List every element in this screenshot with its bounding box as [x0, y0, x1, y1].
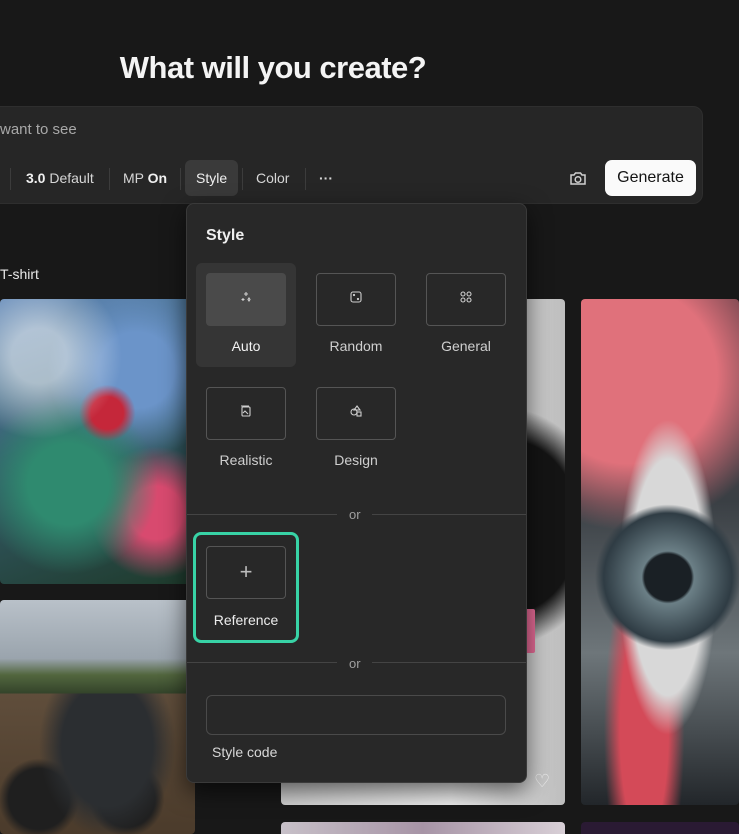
style-code-input[interactable]	[206, 695, 506, 735]
mp-toggle[interactable]: MP On	[123, 160, 167, 196]
generate-button[interactable]: Generate	[605, 160, 696, 196]
grid-icon	[459, 290, 473, 309]
add-reference-button[interactable]: +	[206, 546, 286, 599]
mp-label: MP	[123, 170, 144, 186]
toolbar-divider	[180, 168, 181, 190]
mp-value: On	[147, 170, 168, 186]
reference-label: Reference	[213, 612, 279, 628]
color-button[interactable]: Color	[256, 160, 289, 196]
page-title: What will you create?	[119, 50, 427, 85]
or-separator: or	[349, 656, 361, 671]
divider	[187, 514, 337, 515]
sparkles-icon	[239, 290, 253, 309]
style-option-auto[interactable]: Auto	[196, 263, 296, 367]
plus-icon: +	[239, 559, 253, 584]
more-options-button[interactable]: ···	[319, 160, 333, 196]
gallery-image-bottom-right[interactable]	[581, 822, 739, 834]
camera-icon[interactable]	[568, 168, 588, 188]
toolbar-divider	[109, 168, 110, 190]
or-separator: or	[349, 507, 361, 522]
style-option-label: Design	[334, 452, 378, 468]
toolbar-divider	[305, 168, 306, 190]
prompt-input[interactable]: want to see	[0, 121, 77, 138]
gallery-caption: T-shirt	[0, 266, 39, 282]
version-value: 3.0	[26, 170, 46, 186]
style-option-label: Random	[329, 338, 383, 354]
style-option-label: Realistic	[219, 452, 273, 468]
photo-stack-icon	[239, 404, 253, 423]
style-code-label: Style code	[212, 744, 278, 760]
gallery-image-truck[interactable]	[0, 600, 195, 834]
gallery-image-bottom[interactable]	[281, 822, 565, 834]
style-button[interactable]: Style	[185, 160, 239, 196]
style-option-random[interactable]: Random	[306, 263, 406, 367]
style-option-realistic[interactable]: Realistic	[196, 377, 296, 481]
gallery-image-eye[interactable]	[581, 299, 739, 805]
gallery-image-hummingbird[interactable]	[0, 299, 195, 584]
divider	[187, 662, 337, 663]
toolbar-divider	[242, 168, 243, 190]
style-option-general[interactable]: General	[416, 263, 516, 367]
style-option-design[interactable]: Design	[306, 377, 406, 481]
divider	[372, 514, 526, 515]
divider	[372, 662, 526, 663]
version-selector[interactable]: 3.0 Default	[26, 160, 94, 196]
prompt-container[interactable]	[0, 106, 703, 204]
heart-icon[interactable]: ♡	[534, 771, 550, 792]
style-option-label: General	[441, 338, 491, 354]
dice-icon	[349, 290, 363, 309]
toolbar-divider	[10, 168, 11, 190]
style-option-label: Auto	[231, 338, 261, 354]
shapes-icon	[349, 404, 363, 423]
version-label: Default	[49, 170, 94, 186]
style-panel-title: Style	[206, 227, 245, 244]
